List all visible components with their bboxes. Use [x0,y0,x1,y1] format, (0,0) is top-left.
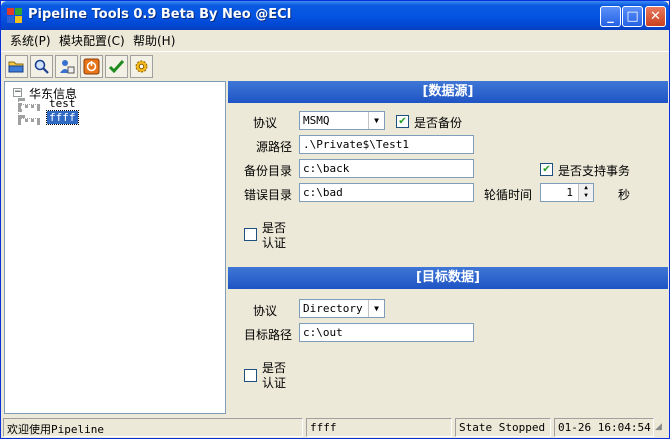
open-button[interactable] [5,55,28,78]
close-button[interactable]: ✕ [645,6,666,27]
maximize-button[interactable]: □ [622,6,643,27]
minimize-icon: _ [607,9,614,24]
status-message: 欢迎使用Pipeline [3,418,303,437]
backup-dir-input[interactable]: c:\back [299,159,474,178]
menu-bar: 系统(P) 模块配置(C) 帮助(H) [1,30,669,50]
source-protocol-select[interactable]: MSMQ ▼ [299,111,385,130]
app-icon [7,8,23,24]
source-auth-label-line2: 认证 [262,236,287,250]
target-protocol-select[interactable]: Directory ▼ [299,299,385,318]
collapse-toggle[interactable]: − [13,88,22,97]
source-path-label: 源路径 [255,140,292,154]
minimize-button[interactable]: _ [600,6,621,27]
status-state: State Stopped [455,418,551,437]
close-icon: ✕ [650,9,661,24]
tree-node-ffff[interactable]: ffff [46,110,79,125]
status-bar: 欢迎使用Pipeline ffff State Stopped 01-26 16… [1,416,669,438]
target-auth-checkbox[interactable] [244,369,257,382]
status-time: 01-26 16:04:54 [554,418,654,437]
poll-time-value: 1 [566,186,573,199]
user-button[interactable] [55,55,78,78]
transaction-label: 是否支持事务 [558,164,631,178]
tree-line [18,98,22,118]
backup-dir-label: 备份目录 [243,164,292,178]
toolbar [1,51,669,80]
spinner-buttons: ▲ ▼ [578,184,593,201]
source-header: [数据源] [228,81,668,103]
target-header: [目标数据] [228,267,668,289]
window-title: Pipeline Tools 0.9 Beta By Neo @ECI [28,7,292,22]
poll-time-label: 轮循时间 [484,188,533,202]
backup-checkbox[interactable]: ✔ [396,115,409,128]
chevron-down-icon[interactable]: ▼ [368,112,384,129]
stop-button[interactable] [80,55,103,78]
apply-button[interactable] [105,55,128,78]
source-path-input[interactable]: .\Private$\Test1 [299,135,474,154]
gear-icon [135,60,148,73]
source-protocol-value: MSMQ [303,114,330,127]
tree-line [18,104,40,108]
folder-icon [8,61,24,73]
backup-label: 是否备份 [414,116,463,130]
status-current-module: ffff [306,418,452,437]
poll-unit-label: 秒 [618,188,631,202]
target-auth-label-line2: 认证 [262,376,287,390]
source-auth-checkbox[interactable] [244,228,257,241]
search-button[interactable] [30,55,53,78]
spin-down-icon[interactable]: ▼ [579,192,593,200]
target-path-label: 目标路径 [243,328,292,342]
target-protocol-label: 协议 [253,304,278,318]
tree-line [18,118,40,122]
error-dir-input[interactable]: c:\bad [299,183,474,202]
menu-help[interactable]: 帮助(H) [133,32,175,49]
resize-grip-icon[interactable]: ◢ [655,422,667,436]
search-icon [34,59,49,74]
tree-node-test[interactable]: test [47,97,78,110]
transaction-checkbox[interactable]: ✔ [540,163,553,176]
maximize-icon: □ [626,9,639,24]
module-tree[interactable]: − 华东信息 test ffff [4,81,226,414]
target-protocol-value: Directory [303,302,363,315]
chevron-down-icon[interactable]: ▼ [368,300,384,317]
check-icon [108,59,125,74]
settings-button[interactable] [130,55,153,78]
spin-up-icon[interactable]: ▲ [579,184,593,192]
poll-time-spinner[interactable]: 1 ▲ ▼ [540,183,594,202]
stop-icon [83,58,100,75]
menu-module-config[interactable]: 模块配置(C) [59,32,125,49]
menu-system[interactable]: 系统(P) [10,32,51,49]
config-panel: [数据源] 协议 MSMQ ▼ ✔ 是否备份 源路径 .\Private$\Te… [228,81,668,414]
title-bar[interactable]: Pipeline Tools 0.9 Beta By Neo @ECI _ □ … [1,1,669,30]
target-path-input[interactable]: c:\out [299,323,474,342]
error-dir-label: 错误目录 [243,188,292,202]
source-protocol-label: 协议 [253,116,278,130]
main-window: Pipeline Tools 0.9 Beta By Neo @ECI _ □ … [0,0,670,439]
user-icon [60,60,75,74]
